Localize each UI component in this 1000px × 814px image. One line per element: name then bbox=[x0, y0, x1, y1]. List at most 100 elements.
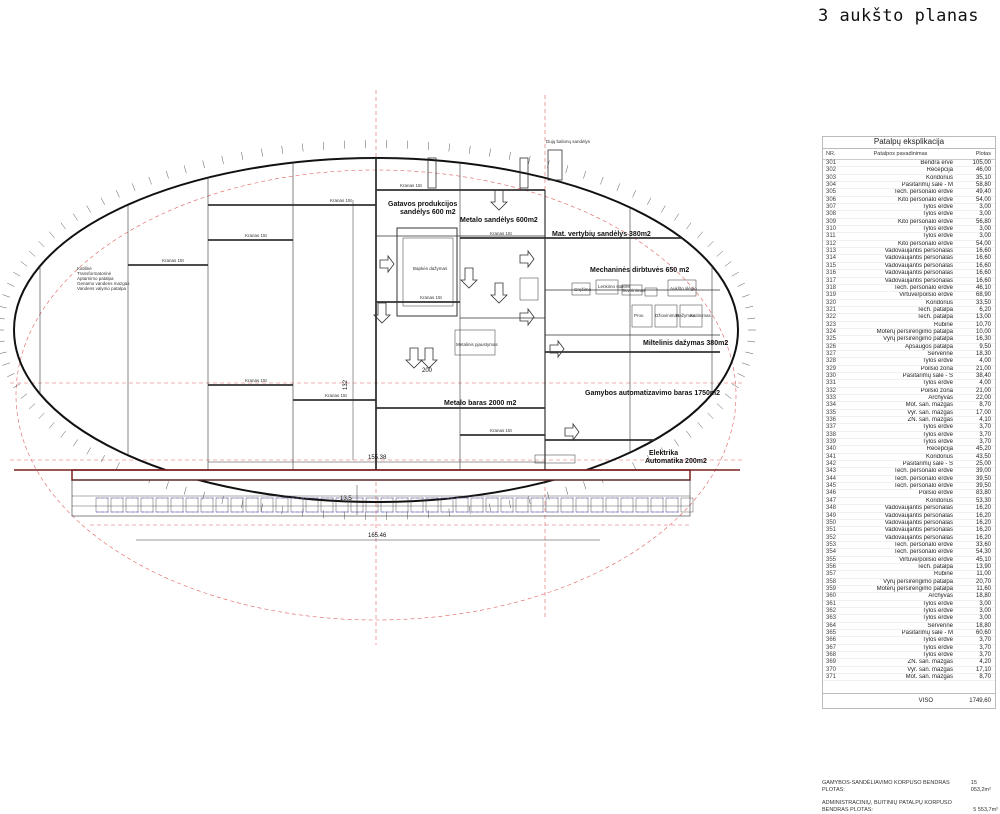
room-name: Tylos erdvė bbox=[848, 432, 957, 438]
room-name: Tylos erdvė bbox=[848, 358, 957, 364]
area-label-elektrika-2: Automatika 200m2 bbox=[645, 458, 707, 465]
room-schedule-title: Patalpų eksplikacija bbox=[823, 137, 995, 149]
radial-tick bbox=[241, 152, 242, 160]
room-row: 338Tylos erdvė3,70 bbox=[823, 432, 995, 439]
room-area: 83,80 bbox=[957, 490, 995, 496]
radial-tick bbox=[222, 496, 224, 504]
crane-label-9: Kranas 15t bbox=[490, 428, 513, 433]
room-row: 332Poilsio zona21,00 bbox=[823, 388, 995, 395]
room-row: 315Vadovaujantis personalas16,60 bbox=[823, 263, 995, 270]
admin-room-cell bbox=[486, 498, 498, 512]
room-row: 352Vadovaujantis personalas16,20 bbox=[823, 535, 995, 542]
radial-tick bbox=[566, 165, 568, 173]
room-row: 346Poilsio erdvė83,80 bbox=[823, 490, 995, 497]
radial-tick bbox=[323, 510, 324, 518]
room-row: 353Tech. personalo erdvė33,60 bbox=[823, 542, 995, 549]
admin-room-cell bbox=[531, 498, 543, 512]
admin-room-cell bbox=[111, 498, 123, 512]
room-name: Tylos erdvė bbox=[848, 652, 957, 658]
room-row: 301Bendra erve105,00 bbox=[823, 160, 995, 167]
room-area: 45,20 bbox=[957, 446, 995, 452]
admin-block bbox=[14, 470, 740, 516]
radial-tick bbox=[489, 503, 490, 511]
radial-tick bbox=[717, 251, 723, 256]
room-number: 360 bbox=[823, 593, 848, 599]
room-number: 358 bbox=[823, 579, 848, 585]
room-area: 17,10 bbox=[957, 667, 995, 673]
radial-tick bbox=[725, 261, 731, 266]
dimension-13: 13.5 bbox=[340, 496, 352, 502]
room-number: 326 bbox=[823, 344, 848, 350]
radial-tick bbox=[61, 223, 66, 229]
radial-tick bbox=[566, 487, 568, 495]
radial-tick bbox=[116, 462, 119, 469]
room-number: 340 bbox=[823, 446, 848, 452]
room-name: Rūbinė bbox=[848, 571, 957, 577]
room-row: 341Koridorius43,50 bbox=[823, 454, 995, 461]
admin-room-cell bbox=[666, 498, 678, 512]
room-number: 308 bbox=[823, 211, 848, 217]
room-number: 330 bbox=[823, 373, 848, 379]
room-row: 349Vadovaujantis personalas16,20 bbox=[823, 513, 995, 520]
room-row: 327Serverinė18,30 bbox=[823, 351, 995, 358]
room-name: Mot. san. mazgas bbox=[848, 674, 957, 680]
admin-room-cell bbox=[681, 498, 693, 512]
radial-tick bbox=[0, 341, 5, 342]
room-number: 354 bbox=[823, 549, 848, 555]
room-name: Poilsio zona bbox=[848, 366, 957, 372]
dimension-lines bbox=[136, 200, 600, 540]
room-number: 348 bbox=[823, 505, 848, 511]
room-number: 333 bbox=[823, 395, 848, 401]
room-area: 4,00 bbox=[957, 358, 995, 364]
room-name: Virtuvė/poilsio erdvė bbox=[848, 557, 957, 563]
radial-tick bbox=[747, 318, 755, 319]
dimension-155: 155.38 bbox=[368, 455, 387, 461]
room-row: 351Vadovaujantis personalas16,20 bbox=[823, 527, 995, 534]
header-area: Plotas bbox=[957, 149, 995, 159]
small-label-baliionai: Dujų balionų sandėlys bbox=[546, 139, 591, 144]
admin-room-cell bbox=[246, 498, 258, 512]
radial-tick bbox=[166, 171, 168, 179]
admin-room-cell bbox=[456, 498, 468, 512]
room-number: 368 bbox=[823, 652, 848, 658]
room-number: 364 bbox=[823, 623, 848, 629]
room-row: 302Recepcija46,00 bbox=[823, 167, 995, 174]
radial-tick bbox=[632, 190, 635, 197]
crane-label-2: Kranas 15t bbox=[330, 198, 353, 203]
room-row: 325Vyrų persirengimo patalpa16,30 bbox=[823, 336, 995, 343]
room-name: Vadovaujantis personalas bbox=[848, 278, 957, 284]
room-area: 18,30 bbox=[957, 351, 995, 357]
radial-tick bbox=[87, 206, 91, 213]
room-name: Serverinė bbox=[848, 351, 957, 357]
room-row: 303Koridorius35,10 bbox=[823, 175, 995, 182]
room-number: 334 bbox=[823, 402, 848, 408]
room-name: Vadovaujantis personalas bbox=[848, 263, 957, 269]
room-area: 60,60 bbox=[957, 630, 995, 636]
room-area: 16,60 bbox=[957, 263, 995, 269]
small-label-grezimo: Gręžimo bbox=[574, 287, 591, 292]
room-row: 321Tech. patalpa6,20 bbox=[823, 307, 995, 314]
room-name: Vyr. san. mazgas bbox=[848, 667, 957, 673]
admin-room-cell bbox=[261, 498, 273, 512]
room-number: 328 bbox=[823, 358, 848, 364]
crane-label-1: Kranas 15t bbox=[400, 183, 423, 188]
room-area: 16,20 bbox=[957, 505, 995, 511]
room-row: 326Apsaugos patalpa9,50 bbox=[823, 344, 995, 351]
room-name: Tech. personalo erdvė bbox=[848, 476, 957, 482]
room-area: 16,30 bbox=[957, 336, 995, 342]
room-schedule-rows: 301Bendra erve105,00302Recepcija46,00303… bbox=[823, 160, 995, 681]
room-name: ŽN. san. mazgas bbox=[848, 659, 957, 665]
radial-tick bbox=[489, 149, 490, 157]
crane-label-4: Kranas 15t bbox=[162, 258, 185, 263]
area-totals: GAMYBOS-SANDĖLIAVIMO KORPUSO BENDRAS PLO… bbox=[822, 780, 998, 814]
radial-tick bbox=[29, 404, 35, 409]
radial-tick bbox=[717, 404, 723, 409]
room-row: 339Tylos erdvė3,70 bbox=[823, 439, 995, 446]
radial-tick bbox=[708, 241, 714, 247]
admin-room-cell bbox=[231, 498, 243, 512]
room-area: 16,20 bbox=[957, 513, 995, 519]
radial-ticks bbox=[0, 140, 756, 520]
room-row: 306Kito personalo erdvė54,00 bbox=[823, 197, 995, 204]
room-number: 353 bbox=[823, 542, 848, 548]
room-number: 350 bbox=[823, 520, 848, 526]
